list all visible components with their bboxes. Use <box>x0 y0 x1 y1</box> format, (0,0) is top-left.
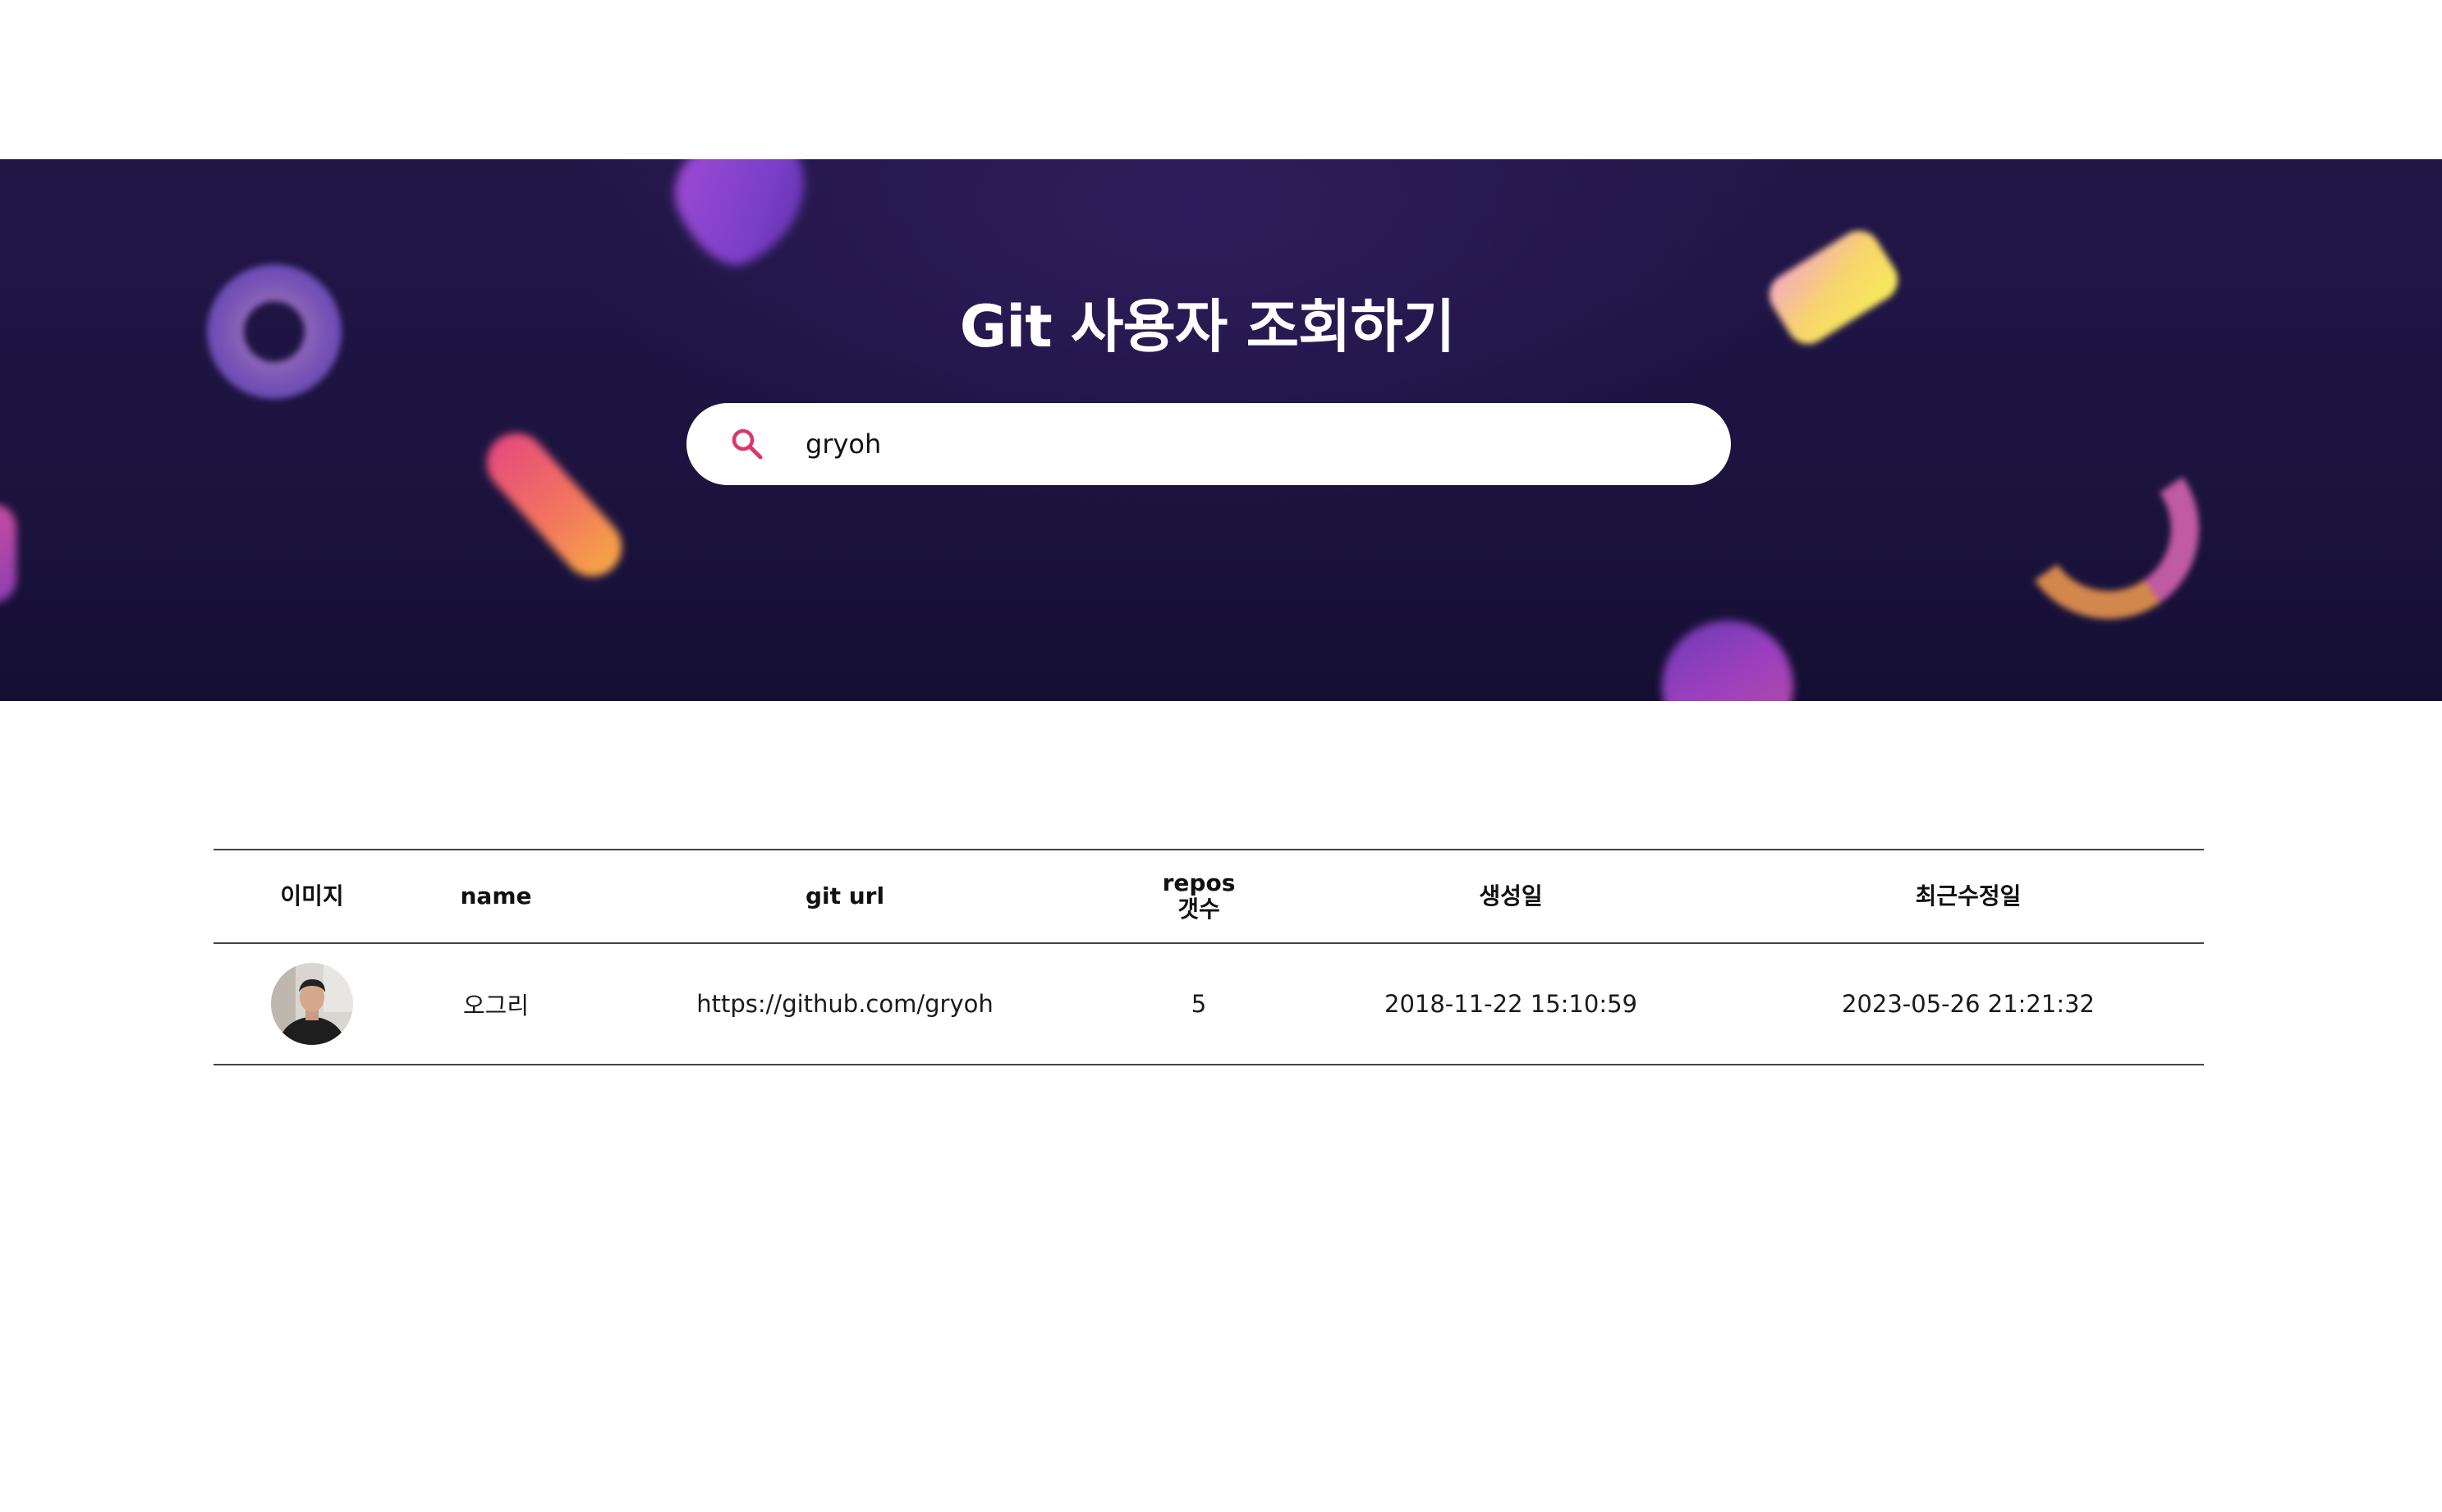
decorative-circle-shape <box>1662 621 1793 701</box>
cell-updated-date: 2023-05-26 21:21:32 <box>1842 990 2095 1018</box>
decorative-arc-shape <box>2004 424 2214 634</box>
column-header-created: 생성일 <box>1479 882 1543 909</box>
decorative-blob-shape <box>658 159 830 280</box>
cell-name: 오그리 <box>462 992 530 1019</box>
column-header-updated: 최근수정일 <box>1915 882 2022 909</box>
decorative-edge-shape <box>0 504 16 603</box>
git-url-link[interactable]: https://github.com/gryoh <box>696 990 994 1018</box>
search-input[interactable] <box>806 418 1692 470</box>
column-header-repos-line1: repos <box>1162 869 1236 896</box>
search-bar[interactable] <box>686 403 1731 485</box>
table-body: 오그리 https://github.com/gryoh 5 2018-11-2… <box>213 943 2204 1065</box>
column-header-repos: repos 갯수 <box>1109 850 1289 943</box>
cell-created-date: 2018-11-22 15:10:59 <box>1384 990 1637 1018</box>
avatar <box>271 963 353 1045</box>
table-header: 이미지 name git url repos 갯수 생성일 최근수정일 <box>213 850 2204 943</box>
table-row: 오그리 https://github.com/gryoh 5 2018-11-2… <box>213 943 2204 1065</box>
column-header-image: 이미지 <box>280 882 344 909</box>
user-result-table: 이미지 name git url repos 갯수 생성일 최근수정일 오그리 … <box>213 849 2204 1065</box>
cell-git-url: https://github.com/gryoh <box>581 943 1109 1065</box>
search-icon[interactable] <box>729 426 765 462</box>
column-header-repos-line2: 갯수 <box>1177 896 1220 923</box>
page: Git 사용자 조회하기 이미지 name git url <box>0 0 2442 1512</box>
cell-repos-count: 5 <box>1191 990 1207 1018</box>
decorative-pill-shape <box>474 420 635 589</box>
column-header-git-url: git url <box>805 882 885 909</box>
cell-avatar <box>213 943 411 1065</box>
table-header-row: 이미지 name git url repos 갯수 생성일 최근수정일 <box>213 850 2204 943</box>
hero-banner: Git 사용자 조회하기 <box>0 159 2442 701</box>
column-header-name: name <box>460 882 532 909</box>
page-title: Git 사용자 조회하기 <box>959 293 1455 360</box>
